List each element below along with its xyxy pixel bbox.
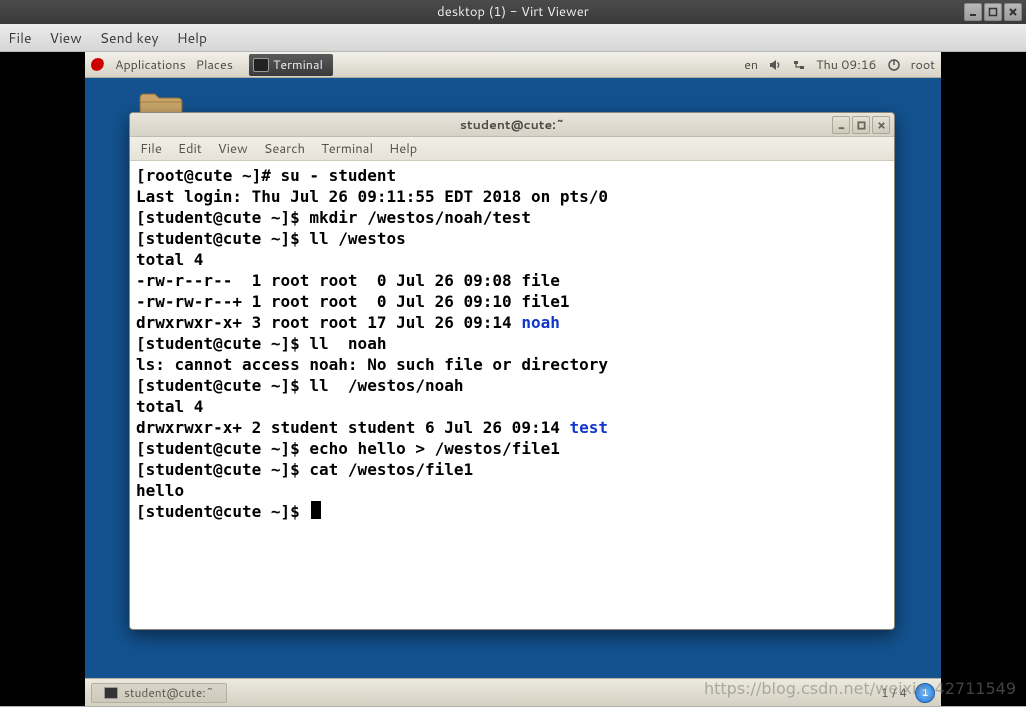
terminal-line: hello — [136, 480, 888, 501]
terminal-line: [student@cute ~]$ ll /westos/noah — [136, 375, 888, 396]
term-menu-search[interactable]: Search — [264, 140, 305, 158]
active-app-tab[interactable]: Terminal — [249, 54, 333, 76]
terminal-close-button[interactable] — [872, 116, 890, 134]
terminal-line: drwxrwxr-x+ 3 root root 17 Jul 26 09:14 … — [136, 312, 888, 333]
terminal-line: [student@cute ~]$ — [136, 501, 888, 522]
keyboard-lang[interactable]: en — [744, 56, 758, 74]
power-icon[interactable] — [887, 58, 901, 72]
terminal-maximize-button[interactable] — [852, 116, 870, 134]
terminal-cursor — [311, 501, 321, 519]
menu-file[interactable]: File — [8, 28, 32, 48]
panel-clock[interactable]: Thu 09:16 — [816, 56, 876, 74]
terminal-titlebar[interactable]: student@cute:~ — [130, 113, 894, 137]
terminal-line: [student@cute ~]$ mkdir /westos/noah/tes… — [136, 207, 888, 228]
network-icon[interactable] — [792, 58, 806, 72]
outer-window-controls — [964, 3, 1022, 21]
virt-viewer-window: desktop (1) - Virt Viewer File View Send… — [0, 0, 1026, 707]
terminal-line: drwxrwxr-x+ 2 student student 6 Jul 26 0… — [136, 417, 888, 438]
term-menu-edit[interactable]: Edit — [178, 140, 202, 158]
terminal-line: [student@cute ~]$ ll /westos — [136, 228, 888, 249]
gnome-bottom-panel: student@cute:~ 1 / 4 1 — [85, 678, 941, 706]
window-title: desktop (1) - Virt Viewer — [4, 3, 1022, 21]
term-menu-file[interactable]: File — [140, 140, 162, 158]
terminal-icon — [253, 58, 269, 72]
guest-screen: Applications Places Terminal en Thu — [85, 52, 941, 706]
terminal-icon — [104, 687, 118, 699]
panel-user[interactable]: root — [911, 56, 935, 74]
guest-desktop[interactable]: student@cute:~ File Edit View Search Ter… — [85, 78, 941, 678]
menu-help[interactable]: Help — [177, 28, 207, 48]
workspace-switcher-icon[interactable]: 1 — [915, 683, 935, 703]
terminal-menubar: File Edit View Search Terminal Help — [130, 137, 894, 161]
workspace-indicator: 1 / 4 1 — [881, 683, 935, 703]
terminal-line: Last login: Thu Jul 26 09:11:55 EDT 2018… — [136, 186, 888, 207]
menu-sendkey[interactable]: Send key — [100, 28, 159, 48]
terminal-line: total 4 — [136, 396, 888, 417]
terminal-body[interactable]: [root@cute ~]# su - studentLast login: T… — [130, 161, 894, 629]
close-button[interactable] — [1004, 3, 1022, 21]
redhat-icon — [91, 58, 105, 72]
terminal-line: [student@cute ~]$ echo hello > /westos/f… — [136, 438, 888, 459]
term-menu-view[interactable]: View — [218, 140, 248, 158]
taskbar-item-label: student@cute:~ — [124, 684, 214, 701]
outer-menubar: File View Send key Help — [0, 24, 1026, 52]
terminal-line: -rw-rw-r--+ 1 root root 0 Jul 26 09:10 f… — [136, 291, 888, 312]
taskbar-item-terminal[interactable]: student@cute:~ — [91, 683, 227, 703]
volume-icon[interactable] — [768, 58, 782, 72]
terminal-line: -rw-r--r-- 1 root root 0 Jul 26 09:08 fi… — [136, 270, 888, 291]
terminal-line: [student@cute ~]$ cat /westos/file1 — [136, 459, 888, 480]
terminal-window-controls — [832, 116, 890, 134]
maximize-button[interactable] — [984, 3, 1002, 21]
terminal-line: [student@cute ~]$ ll noah — [136, 333, 888, 354]
panel-places[interactable]: Places — [196, 56, 233, 74]
outer-titlebar[interactable]: desktop (1) - Virt Viewer — [0, 0, 1026, 24]
terminal-title: student@cute:~ — [130, 116, 894, 134]
gnome-top-panel: Applications Places Terminal en Thu — [85, 52, 941, 78]
terminal-window: student@cute:~ File Edit View Search Ter… — [129, 112, 895, 630]
guest-viewport: Applications Places Terminal en Thu — [0, 52, 1026, 706]
terminal-minimize-button[interactable] — [832, 116, 850, 134]
term-menu-help[interactable]: Help — [389, 140, 417, 158]
panel-applications[interactable]: Applications — [115, 56, 186, 74]
minimize-button[interactable] — [964, 3, 982, 21]
active-app-label: Terminal — [273, 56, 323, 74]
term-menu-terminal[interactable]: Terminal — [321, 140, 373, 158]
terminal-line: [root@cute ~]# su - student — [136, 165, 888, 186]
terminal-line: ls: cannot access noah: No such file or … — [136, 354, 888, 375]
menu-view[interactable]: View — [50, 28, 82, 48]
workspace-number[interactable]: 1 / 4 — [881, 684, 907, 701]
terminal-line: total 4 — [136, 249, 888, 270]
